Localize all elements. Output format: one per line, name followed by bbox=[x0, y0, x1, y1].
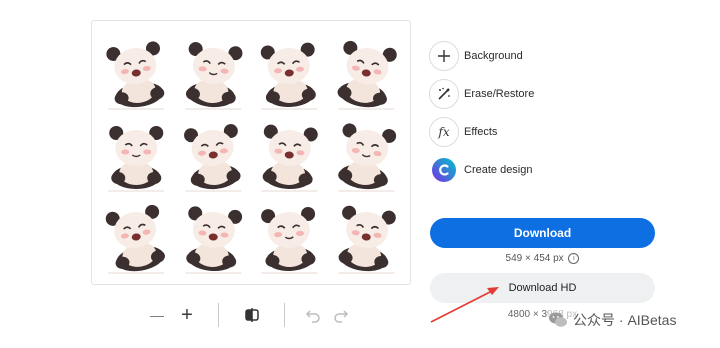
panda-sticker bbox=[175, 193, 252, 275]
panda-sticker bbox=[328, 29, 405, 111]
compare-icon bbox=[245, 308, 259, 322]
panda-sticker bbox=[98, 29, 175, 111]
undo-icon bbox=[305, 310, 320, 323]
panda-sticker bbox=[251, 111, 328, 193]
zoom-out-button[interactable]: — bbox=[142, 300, 172, 330]
info-icon[interactable]: i bbox=[568, 253, 580, 264]
download-hd-button[interactable]: Download HD bbox=[430, 273, 655, 303]
panda-sticker bbox=[328, 111, 405, 193]
toolbar-divider bbox=[218, 303, 219, 327]
canva-logo-icon bbox=[429, 155, 459, 185]
panda-sticker bbox=[175, 111, 252, 193]
panda-sticker bbox=[98, 193, 175, 275]
panda-sticker bbox=[175, 29, 252, 111]
toolbar-divider bbox=[284, 303, 285, 327]
panda-sticker bbox=[251, 193, 328, 275]
plus-icon bbox=[429, 41, 459, 71]
tool-label: Create design bbox=[464, 164, 533, 176]
tool-effects[interactable]: fx Effects bbox=[429, 116, 669, 148]
download-size-text: 549 × 454 px bbox=[505, 253, 564, 265]
tool-label: Effects bbox=[464, 126, 498, 138]
zoom-in-label: + bbox=[181, 304, 193, 326]
tool-label: Erase/Restore bbox=[464, 88, 535, 100]
sticker-grid bbox=[98, 29, 404, 275]
panda-sticker bbox=[328, 193, 405, 275]
undo-button[interactable] bbox=[298, 300, 328, 330]
zoom-out-label: — bbox=[150, 307, 164, 323]
wechat-icon bbox=[549, 312, 567, 327]
panda-sticker bbox=[98, 111, 175, 193]
preview-toolbar: — + bbox=[140, 300, 360, 330]
compare-button[interactable] bbox=[237, 300, 267, 330]
zoom-in-button[interactable]: + bbox=[172, 300, 202, 330]
download-button[interactable]: Download bbox=[430, 218, 655, 248]
watermark-text: 公众号 · AIBetas bbox=[573, 312, 677, 328]
download-button-label: Download bbox=[513, 226, 572, 240]
tool-background[interactable]: Background bbox=[429, 40, 669, 72]
download-hd-label: Download HD bbox=[508, 282, 577, 294]
tool-create-design[interactable]: Create design bbox=[429, 154, 669, 186]
redo-icon bbox=[334, 310, 349, 323]
redo-button[interactable] bbox=[326, 300, 356, 330]
panda-sticker bbox=[251, 29, 328, 111]
tool-label: Background bbox=[464, 50, 523, 62]
magic-brush-icon bbox=[429, 79, 459, 109]
image-preview bbox=[91, 20, 411, 285]
watermark: 公众号 · AIBetas bbox=[548, 307, 716, 333]
fx-icon: fx bbox=[429, 117, 459, 147]
download-size: 549 × 454 px i bbox=[430, 253, 655, 264]
tool-erase-restore[interactable]: Erase/Restore bbox=[429, 78, 669, 110]
